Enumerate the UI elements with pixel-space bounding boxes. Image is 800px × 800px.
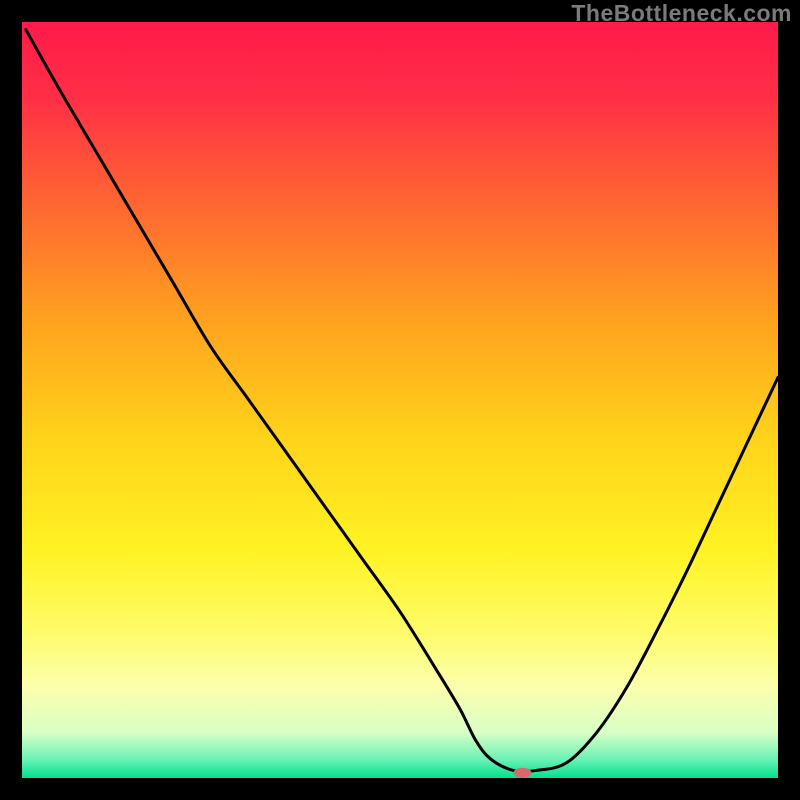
watermark-text: TheBottleneck.com [571,0,792,27]
chart-container: TheBottleneck.com [0,0,800,800]
bottleneck-chart [22,22,778,778]
optimal-marker [513,768,531,778]
heat-background [22,22,778,778]
